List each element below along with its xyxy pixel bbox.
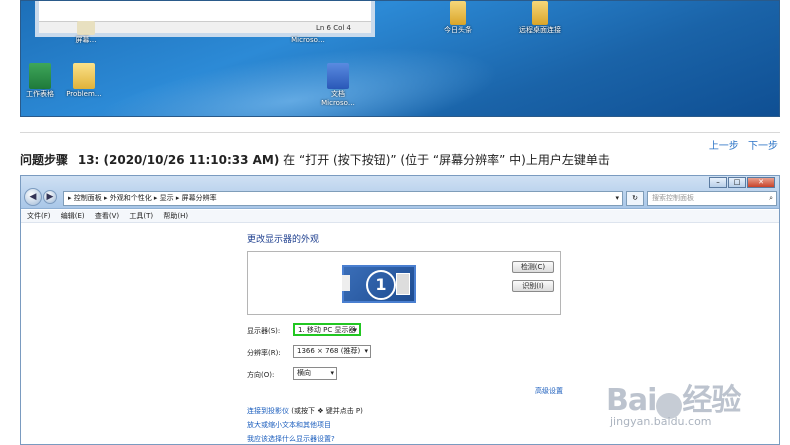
- prev-step-link[interactable]: 上一步: [709, 141, 739, 152]
- title-bar: ◀ ▶ ▸ 控制面板 ▸ 外观和个性化 ▸ 显示 ▸ 屏幕分辨率 ▾ ↻ 搜索控…: [21, 176, 779, 209]
- advanced-settings-link[interactable]: 高级设置: [535, 386, 563, 396]
- projector-hint: (或按下: [289, 407, 318, 415]
- identify-button[interactable]: 识别(I): [512, 280, 554, 292]
- desktop-icon-label: Problem…: [66, 90, 102, 98]
- desktop-icon[interactable]: 文档 Microso…: [313, 63, 363, 107]
- step-description: 问题步骤 13: (2020/10/26 11:10:33 AM) 在 “打开 …: [20, 151, 610, 168]
- orientation-select[interactable]: 横向 ▾: [293, 367, 337, 380]
- desktop-icon-label: 屏幕…: [75, 36, 97, 44]
- baidu-watermark: Bai 经验 jingyan.baidu.com: [606, 375, 786, 435]
- detect-button[interactable]: 检测(C): [512, 261, 554, 273]
- menu-edit[interactable]: 编辑(E): [61, 212, 85, 220]
- page: Ln 6 Col 4 屏幕… Microso… 今日头条 远程桌面连接 工作表格…: [0, 0, 790, 445]
- text-size-link[interactable]: 放大或缩小文本和其他项目: [247, 420, 331, 430]
- desktop-icon-label: Microso…: [321, 99, 355, 107]
- monitor-1[interactable]: 1: [342, 265, 416, 303]
- chevron-down-icon: ▾: [330, 369, 334, 377]
- display-row: 显示器(S): 1. 移动 PC 显示器 ▾: [247, 323, 607, 339]
- monitor-preview: 1 检测(C) 识别(I): [247, 251, 561, 315]
- display-select[interactable]: 1. 移动 PC 显示器 ▾: [293, 323, 361, 336]
- resolution-value: 1366 × 768 (推荐): [297, 347, 361, 355]
- desktop-icon[interactable]: Problem…: [59, 63, 109, 98]
- back-arrow-icon[interactable]: ◀: [24, 188, 42, 206]
- projector-hint-tail: 键并点击 P): [323, 407, 363, 415]
- step-number-time: 13: (2020/10/26 11:10:33 AM): [77, 153, 280, 167]
- watermark-brand-left: Bai: [606, 383, 657, 418]
- content-title: 更改显示器的外观: [247, 235, 320, 245]
- desktop-icon-label: 文档: [331, 90, 345, 98]
- step-label: 问题步骤: [20, 153, 69, 167]
- document-icon: [73, 63, 95, 89]
- address-path: ▸ 控制面板 ▸ 外观和个性化 ▸ 显示 ▸ 屏幕分辨率: [68, 194, 217, 202]
- display-value: 1. 移动 PC 显示器: [298, 326, 356, 334]
- desktop-icon[interactable]: Microso…: [283, 21, 333, 44]
- minimize-icon[interactable]: –: [709, 177, 727, 188]
- search-icon[interactable]: ⌕: [769, 192, 773, 205]
- address-bar[interactable]: ▸ 控制面板 ▸ 外观和个性化 ▸ 显示 ▸ 屏幕分辨率 ▾: [63, 191, 623, 206]
- chevron-down-icon: ▾: [364, 347, 368, 355]
- chevron-down-icon[interactable]: ▾: [615, 192, 619, 205]
- menu-help[interactable]: 帮助(H): [163, 212, 188, 220]
- divider: [20, 132, 780, 133]
- desktop-icon[interactable]: 远程桌面连接: [515, 1, 565, 34]
- chevron-down-icon: ▾: [353, 326, 357, 334]
- menu-tools[interactable]: 工具(T): [129, 212, 153, 220]
- desktop-icon-label: 工作表格: [26, 90, 54, 98]
- projector-link-row: 连接到投影仪 (或按下 ❖ 键并点击 P): [247, 406, 363, 416]
- orientation-label: 方向(O):: [247, 371, 275, 379]
- watermark-url: jingyan.baidu.com: [610, 415, 712, 428]
- help-link[interactable]: 我应该选择什么显示器设置?: [247, 434, 335, 444]
- display-settings-panel: 更改显示器的外观 1 检测(C) 识别(I) 显示器(S): 1. 移动 PC …: [247, 232, 607, 383]
- word-icon: [327, 63, 349, 89]
- desktop-icon-label: Microso…: [291, 36, 325, 44]
- menu-view[interactable]: 查看(V): [95, 212, 119, 220]
- search-placeholder: 搜索控制面板: [652, 194, 694, 202]
- desktop-icon-label: 远程桌面连接: [519, 26, 561, 34]
- window-controls: – □ ✕: [708, 177, 775, 188]
- desktop-icon[interactable]: 屏幕…: [61, 21, 111, 44]
- forward-arrow-icon[interactable]: ▶: [43, 190, 57, 204]
- maximize-icon[interactable]: □: [728, 177, 746, 188]
- display-label: 显示器(S):: [247, 327, 281, 335]
- orientation-row: 方向(O): 横向 ▾: [247, 367, 607, 383]
- resolution-label: 分辨率(R):: [247, 349, 281, 357]
- refresh-icon[interactable]: ↻: [626, 191, 644, 206]
- monitor-number: 1: [366, 270, 396, 300]
- search-input[interactable]: 搜索控制面板 ⌕: [647, 191, 777, 206]
- resolution-row: 分辨率(R): 1366 × 768 (推荐) ▾: [247, 345, 607, 361]
- orientation-value: 横向: [297, 369, 311, 377]
- desktop-icon[interactable]: 今日头条: [433, 1, 483, 34]
- step-text: 在 “打开 (按下按钮)” (位于 “屏幕分辨率” 中)上用户左键单击: [283, 153, 610, 167]
- resolution-select[interactable]: 1366 × 768 (推荐) ▾: [293, 345, 371, 358]
- projector-link[interactable]: 连接到投影仪: [247, 407, 289, 415]
- menu-bar: 文件(F) 编辑(E) 查看(V) 工具(T) 帮助(H): [21, 210, 779, 223]
- menu-file[interactable]: 文件(F): [27, 212, 51, 220]
- close-icon[interactable]: ✕: [747, 177, 775, 188]
- desktop-screenshot: Ln 6 Col 4 屏幕… Microso… 今日头条 远程桌面连接 工作表格…: [20, 0, 780, 117]
- watermark-brand-right: 经验: [682, 383, 741, 418]
- step-navigation: 上一步 下一步: [703, 137, 778, 152]
- next-step-link[interactable]: 下一步: [748, 141, 778, 152]
- desktop-icon-label: 今日头条: [444, 26, 472, 34]
- excel-icon: [29, 63, 51, 89]
